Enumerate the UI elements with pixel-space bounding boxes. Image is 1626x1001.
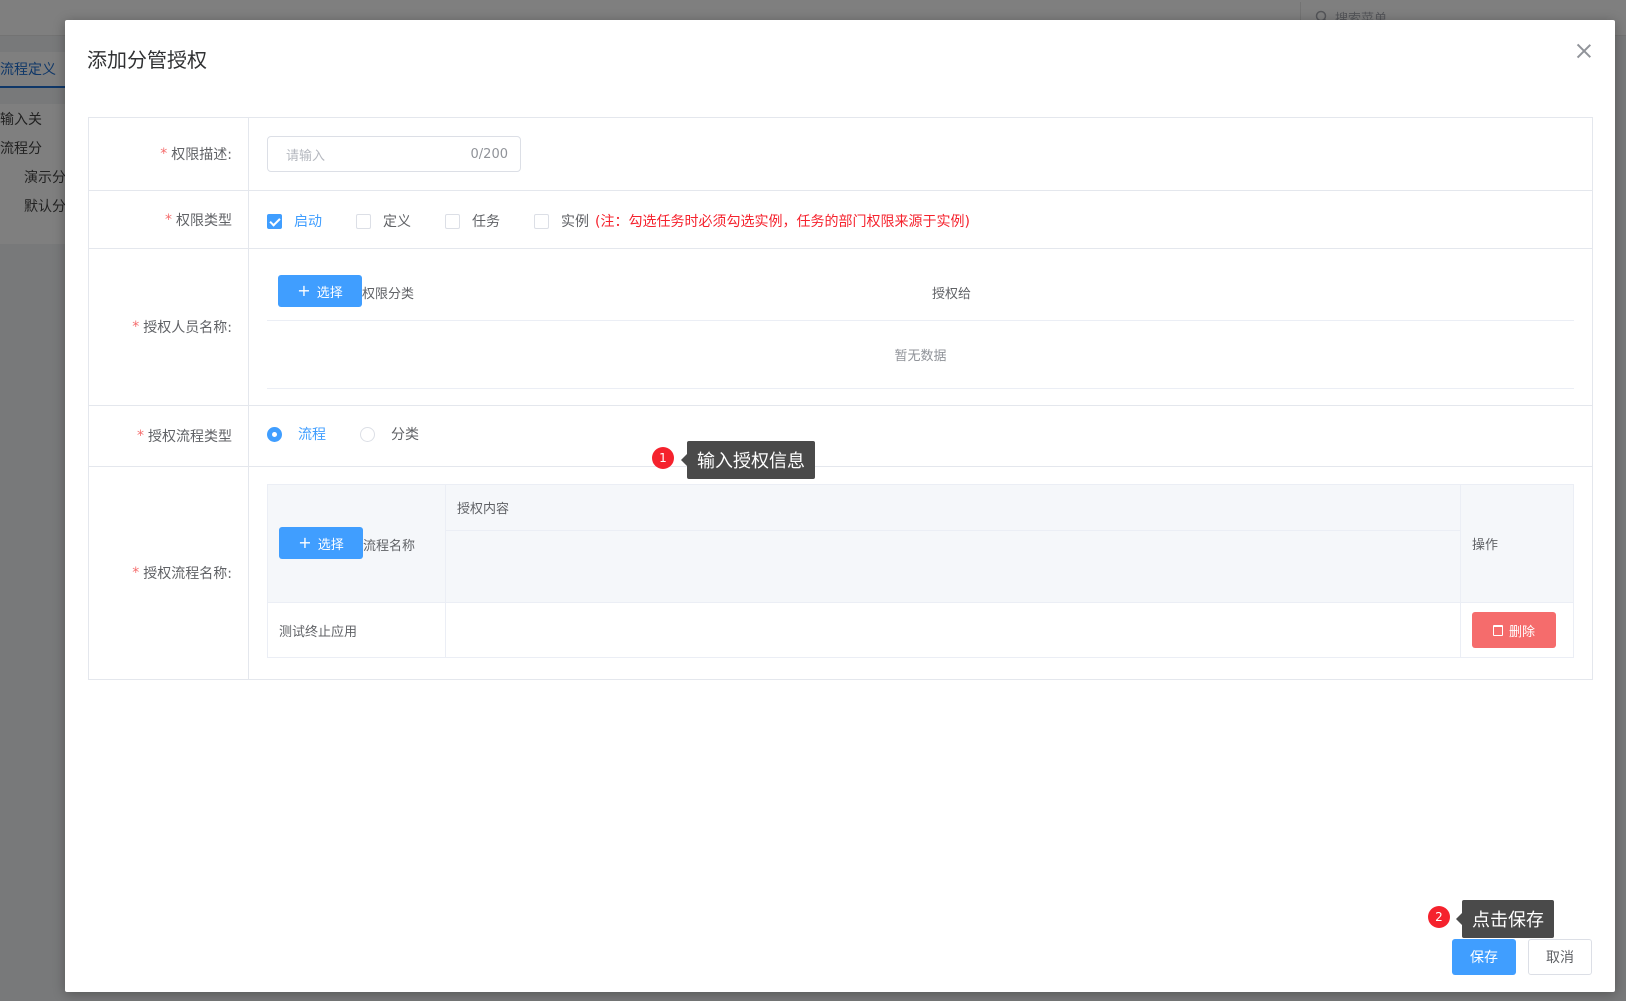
required-mark: * [132, 319, 140, 335]
form-label: * 授权流程名称: [89, 467, 249, 679]
checkbox-start[interactable]: 启动 [267, 211, 322, 231]
form-label: * 权限类型 [89, 191, 249, 248]
table-row: 测试终止应用 删除 [268, 603, 1573, 657]
flow-type-label: 授权流程类型 [148, 429, 232, 445]
column-header-flow-name: 流程名称 [363, 539, 416, 554]
column-header: 权限分类 [362, 287, 415, 302]
column-header-action: 操作 [1472, 538, 1499, 553]
grantee-table: + 选择 权限分类 授权给 暂无数据 [267, 263, 1574, 389]
form-row-flow-name: * 授权流程名称: + 选择 流程名称 授权内容 操作 测试终止应用 删除 [89, 467, 1592, 679]
flow-name-cell: 测试终止应用 [268, 603, 446, 657]
delete-label: 删除 [1508, 624, 1535, 640]
grantee-label: 授权人员名称: [143, 320, 232, 336]
grantee-table-header: + 选择 权限分类 授权给 [267, 263, 1574, 321]
step-badge-2: 2 [1428, 906, 1450, 928]
radio-label: 流程 [298, 427, 326, 443]
form-row-flow-type: * 授权流程类型 流程 分类 [89, 406, 1592, 467]
checkbox-label: 实例 [561, 214, 589, 230]
close-icon[interactable] [1575, 42, 1593, 60]
radio-icon [360, 426, 375, 442]
form-label: * 授权人员名称: [89, 249, 249, 405]
checkbox-label: 定义 [383, 214, 411, 230]
step-badge-1: 1 [652, 447, 674, 469]
checkbox-define[interactable]: 定义 [356, 211, 411, 231]
empty-state: 暂无数据 [267, 321, 1574, 389]
trash-icon [1492, 624, 1503, 636]
radio-category[interactable]: 分类 [360, 424, 419, 444]
column-header: 授权给 [932, 287, 972, 302]
checkbox-icon [445, 213, 460, 229]
description-placeholder: 请输入 [286, 148, 326, 164]
authorization-form: * 权限描述: 请输入 0/200 * 权限类型 启动 定义 任务 实例 (注：勾选… [88, 117, 1593, 680]
description-input[interactable]: 请输入 0/200 [267, 136, 521, 172]
checkbox-checked-icon [267, 213, 282, 229]
form-row-permission-type: * 权限类型 启动 定义 任务 实例 (注：勾选任务时必须勾选实例，任务的部门权限… [89, 191, 1592, 249]
save-button[interactable]: 保存 [1452, 939, 1516, 975]
select-flow-button[interactable]: + 选择 [279, 527, 363, 559]
checkbox-task[interactable]: 任务 [445, 211, 500, 231]
cancel-button[interactable]: 取消 [1528, 939, 1592, 975]
guide-tooltip-2: 点击保存 [1456, 900, 1554, 938]
required-mark: * [160, 146, 168, 162]
select-button-label: 选择 [317, 537, 344, 553]
checkbox-icon [356, 213, 371, 229]
permission-note: (注：勾选任务时必须勾选实例，任务的部门权限来源于实例) [595, 214, 970, 230]
guide-tooltip-1: 输入授权信息 [681, 441, 815, 479]
form-label: * 授权流程类型 [89, 406, 249, 466]
plus-icon: + [297, 281, 311, 300]
select-grantee-button[interactable]: + 选择 [278, 275, 362, 307]
form-label: * 权限描述: [89, 118, 249, 190]
content-cell [446, 603, 1461, 657]
radio-selected-icon [267, 426, 282, 442]
column-header-content: 授权内容 [446, 485, 1460, 531]
flow-table-header: + 选择 流程名称 授权内容 操作 [268, 485, 1573, 603]
form-row-description: * 权限描述: 请输入 0/200 [89, 118, 1592, 191]
checkbox-label: 启动 [294, 214, 322, 230]
checkbox-icon [534, 213, 549, 229]
description-label: 权限描述: [171, 147, 232, 163]
required-mark: * [137, 428, 144, 444]
add-authorization-dialog: 添加分管授权 * 权限描述: 请输入 0/200 * 权限类型 启动 定义 任务 实… [65, 20, 1615, 992]
select-button-label: 选择 [316, 285, 343, 301]
dialog-title: 添加分管授权 [87, 48, 207, 72]
form-row-grantee: * 授权人员名称: + 选择 权限分类 授权给 暂无数据 [89, 249, 1592, 406]
char-counter: 0/200 [470, 146, 508, 162]
flow-table: + 选择 流程名称 授权内容 操作 测试终止应用 删除 [267, 484, 1574, 658]
checkbox-instance[interactable]: 实例 [534, 211, 589, 231]
radio-label: 分类 [391, 427, 419, 443]
delete-button[interactable]: 删除 [1472, 612, 1556, 648]
required-mark: * [165, 211, 172, 228]
flow-name-label: 授权流程名称: [143, 566, 232, 582]
permission-type-label: 权限类型 [176, 212, 232, 229]
required-mark: * [132, 565, 140, 581]
checkbox-label: 任务 [472, 214, 500, 230]
radio-flow[interactable]: 流程 [267, 424, 326, 444]
plus-icon: + [298, 533, 312, 552]
